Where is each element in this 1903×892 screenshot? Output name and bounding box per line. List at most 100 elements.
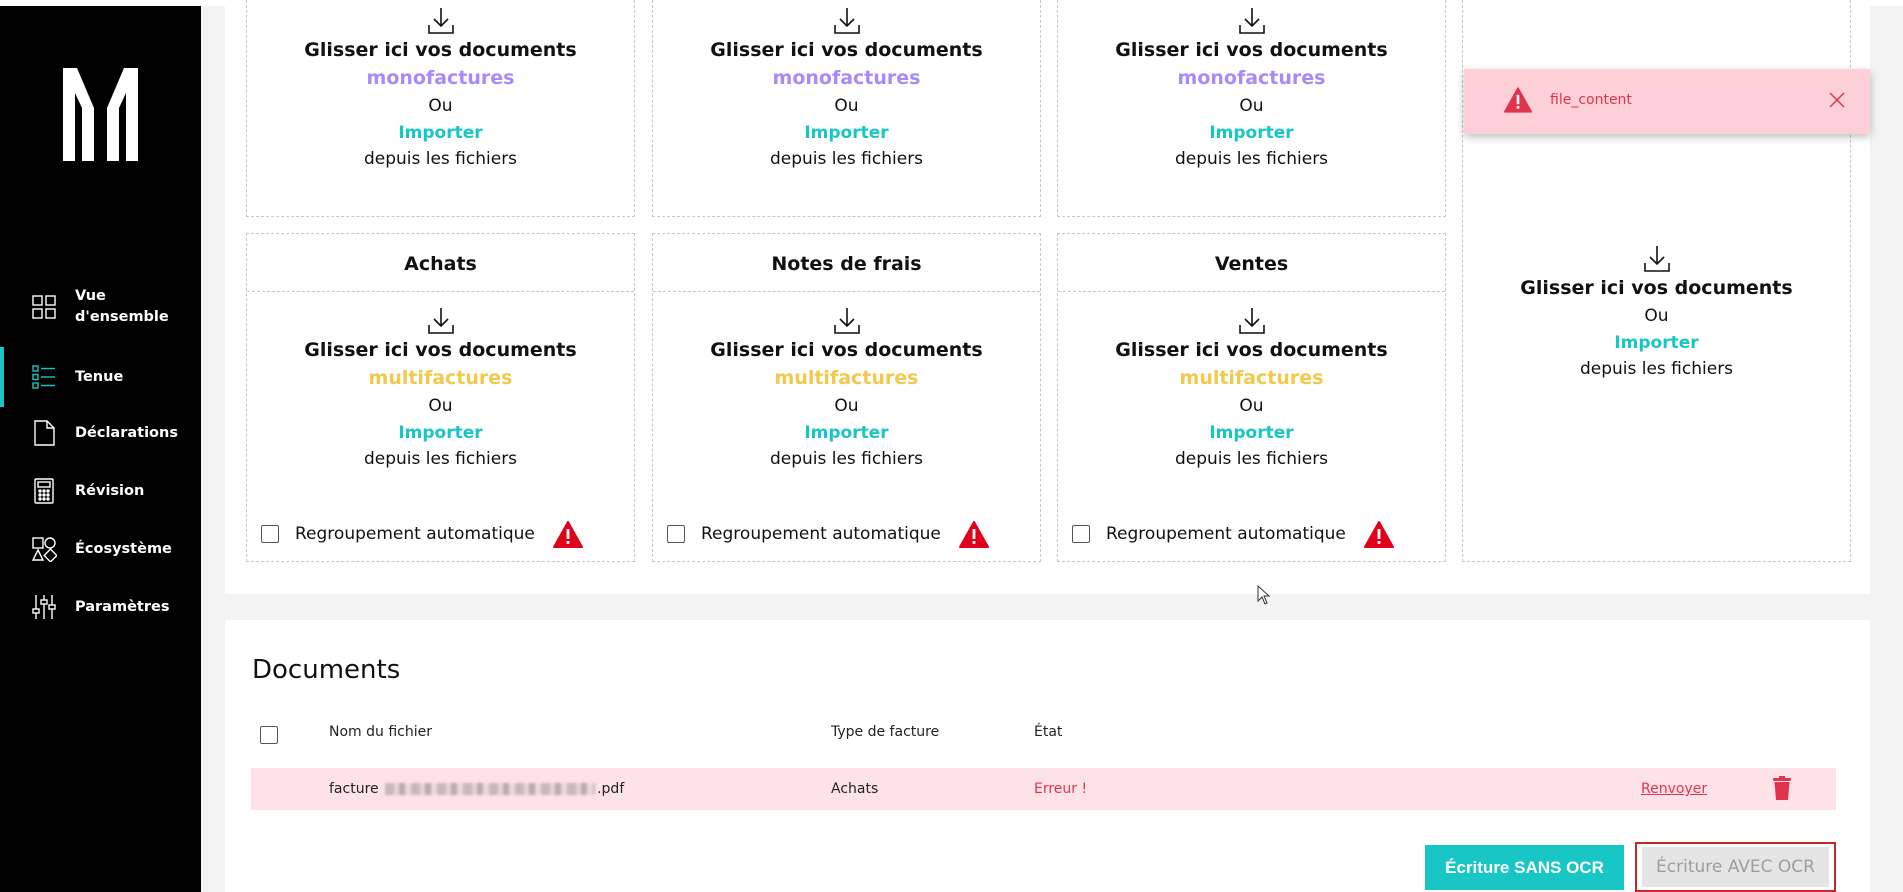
documents-title: Documents <box>252 655 401 685</box>
category-title: Achats <box>247 234 634 292</box>
multi-label: multifactures <box>368 367 513 389</box>
import-link[interactable]: Importer <box>1058 420 1445 446</box>
drop-text: Glisser ici vos documents <box>304 39 577 61</box>
download-icon <box>833 308 860 334</box>
category-panel-notes-de-frais: Notes de frais Glisser ici vos documents… <box>652 233 1041 562</box>
write-without-ocr-button[interactable]: Écriture SANS OCR <box>1425 845 1624 890</box>
document-icon <box>34 420 55 446</box>
or-text: Ou <box>834 96 859 116</box>
sidebar-item-label: Vue d'ensemble <box>75 288 169 325</box>
drop-text: Glisser ici vos documents <box>1520 277 1793 299</box>
import-link[interactable]: Importer <box>653 120 1040 146</box>
dropzone-mono-notes-de-frais[interactable]: Glisser ici vos documents monofactures O… <box>652 0 1041 217</box>
from-files-text: depuis les fichiers <box>363 149 518 169</box>
download-icon <box>1643 246 1670 272</box>
regroup-checkbox[interactable] <box>261 525 279 543</box>
dropzone-mono-ventes[interactable]: Glisser ici vos documents monofactures O… <box>1057 0 1446 217</box>
regroup-checkbox[interactable] <box>667 525 685 543</box>
file-name: facture .pdf <box>329 781 624 797</box>
import-link[interactable]: Importer <box>653 420 1040 446</box>
toast-message: file_content <box>1550 92 1632 108</box>
drop-text: Glisser ici vos documents <box>710 339 983 361</box>
download-icon <box>833 8 860 34</box>
drop-text: Glisser ici vos documents <box>710 39 983 61</box>
close-icon[interactable] <box>1828 91 1846 109</box>
download-icon <box>1238 8 1265 34</box>
sidebar-item-label: Paramètres <box>75 598 170 615</box>
regroup-label: Regroupement automatique <box>295 524 535 544</box>
or-text: Ou <box>1239 396 1264 416</box>
from-files-text: depuis les fichiers <box>1579 359 1734 379</box>
download-icon <box>427 8 454 34</box>
file-name-prefix: facture <box>329 781 379 797</box>
app-logo[interactable] <box>63 68 138 161</box>
sidebar: Vue d'ensemble Tenue Déclarations Révisi… <box>0 6 201 892</box>
resend-link[interactable]: Renvoyer <box>1641 781 1707 797</box>
from-files-text: depuis les fichiers <box>769 149 924 169</box>
import-link[interactable]: Importer <box>1463 330 1850 356</box>
category-panel-ventes: Ventes Glisser ici vos documents multifa… <box>1057 233 1446 562</box>
sliders-icon <box>32 595 56 619</box>
or-text: Ou <box>834 396 859 416</box>
regroup-label: Regroupement automatique <box>1106 524 1346 544</box>
dropzone-multi-notes-de-frais[interactable]: Glisser ici vos documents multifactures … <box>653 306 1040 472</box>
category-panel-achats: Achats Glisser ici vos documents multifa… <box>246 233 635 562</box>
mono-label: monofactures <box>1177 67 1326 89</box>
column-header-type[interactable]: Type de facture <box>831 724 939 740</box>
dropzone-mono-achats[interactable]: Glisser ici vos documents monofactures O… <box>246 0 635 217</box>
sidebar-item-parametres[interactable]: Paramètres <box>0 583 201 631</box>
regroup-option: Regroupement automatique <box>1072 519 1394 549</box>
trash-icon[interactable] <box>1773 776 1791 800</box>
dropzone-multi-ventes[interactable]: Glisser ici vos documents multifactures … <box>1058 306 1445 472</box>
redacted-text <box>385 783 596 795</box>
warning-icon[interactable] <box>1363 520 1394 548</box>
active-indicator <box>0 347 4 407</box>
mono-label: monofactures <box>366 67 515 89</box>
or-text: Ou <box>428 396 453 416</box>
regroup-label: Regroupement automatique <box>701 524 941 544</box>
sidebar-item-declarations[interactable]: Déclarations <box>0 409 201 457</box>
dropzone-multi-achats[interactable]: Glisser ici vos documents multifactures … <box>247 306 634 472</box>
regroup-option: Regroupement automatique <box>667 519 989 549</box>
or-text: Ou <box>1644 306 1669 326</box>
sidebar-item-vue-ensemble[interactable]: Vue d'ensemble <box>0 283 201 331</box>
import-link[interactable]: Importer <box>247 120 634 146</box>
from-files-text: depuis les fichiers <box>1174 149 1329 169</box>
mono-label: monofactures <box>772 67 921 89</box>
invoice-type: Achats <box>831 781 879 797</box>
column-header-name[interactable]: Nom du fichier <box>329 724 432 740</box>
list-icon <box>32 365 55 389</box>
sidebar-item-tenue[interactable]: Tenue <box>0 347 201 407</box>
shapes-icon <box>31 537 57 562</box>
sidebar-item-label: Révision <box>75 482 145 499</box>
from-files-text: depuis les fichiers <box>769 449 924 469</box>
category-title: Notes de frais <box>653 234 1040 292</box>
error-toast: file_content <box>1464 69 1870 134</box>
drop-text: Glisser ici vos documents <box>1115 339 1388 361</box>
mouse-cursor-icon <box>1257 585 1271 605</box>
file-name-suffix: .pdf <box>597 781 625 797</box>
column-header-state[interactable]: État <box>1034 724 1062 740</box>
sidebar-item-ecosysteme[interactable]: Écosystème <box>0 525 201 573</box>
import-link[interactable]: Importer <box>1058 120 1445 146</box>
multi-label: multifactures <box>1179 367 1324 389</box>
category-title: Ventes <box>1058 234 1445 292</box>
grid-icon <box>32 295 56 319</box>
warning-icon[interactable] <box>958 520 989 548</box>
calculator-icon <box>34 478 54 504</box>
regroup-option: Regroupement automatique <box>261 519 583 549</box>
download-icon <box>427 308 454 334</box>
download-icon <box>1238 308 1265 334</box>
sidebar-item-label: Tenue <box>75 368 124 385</box>
warning-icon[interactable] <box>552 520 583 548</box>
write-with-ocr-label: Écriture AVEC OCR <box>1642 847 1829 887</box>
warning-icon <box>1504 87 1532 113</box>
or-text: Ou <box>1239 96 1264 116</box>
select-all-checkbox[interactable] <box>260 726 278 744</box>
drop-text: Glisser ici vos documents <box>304 339 577 361</box>
write-with-ocr-button[interactable]: Écriture AVEC OCR <box>1635 842 1836 892</box>
sidebar-item-revision[interactable]: Révision <box>0 467 201 515</box>
import-link[interactable]: Importer <box>247 420 634 446</box>
from-files-text: depuis les fichiers <box>363 449 518 469</box>
regroup-checkbox[interactable] <box>1072 525 1090 543</box>
